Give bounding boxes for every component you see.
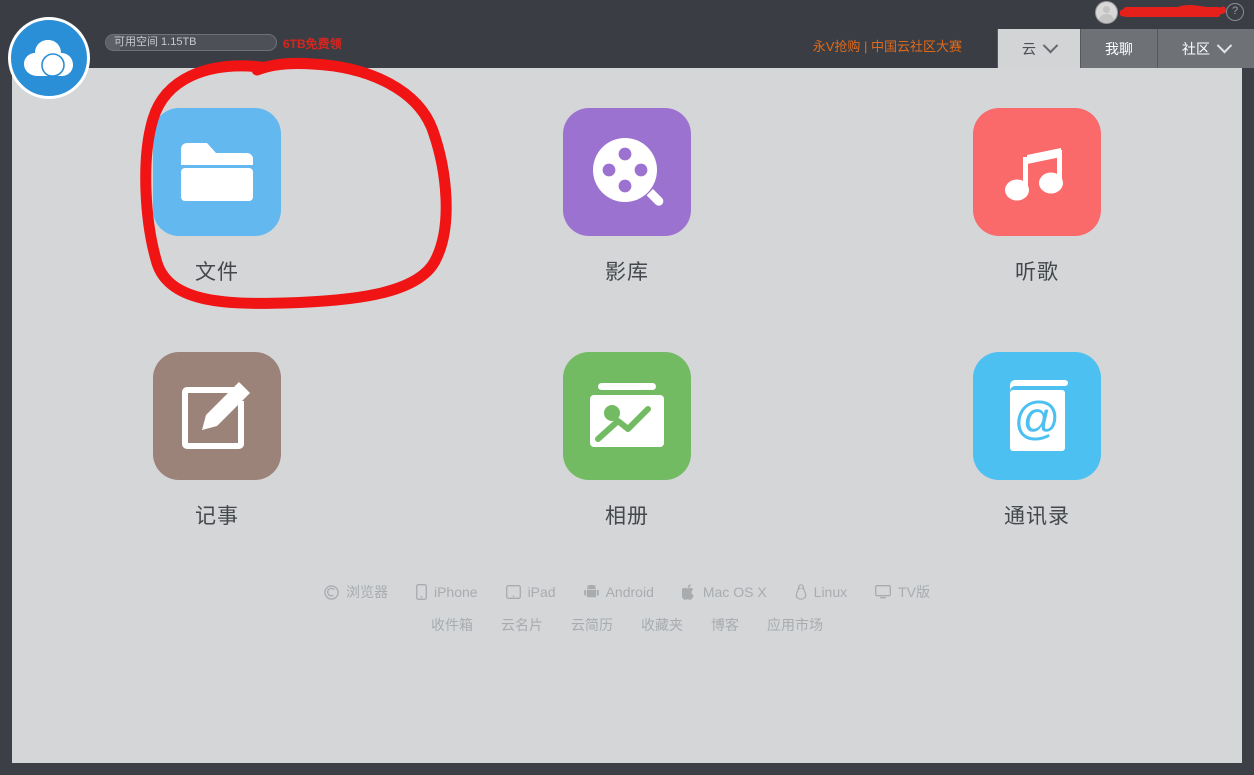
ipad-icon — [505, 585, 521, 599]
app-label-files: 文件 — [195, 261, 239, 284]
app-label-music: 听歌 — [1015, 261, 1059, 284]
cloud-logo-icon[interactable] — [8, 17, 90, 99]
platform-label-ipad: iPad — [527, 584, 556, 600]
browser-icon — [324, 584, 339, 600]
tab-chat[interactable]: 我聊 — [1080, 29, 1157, 68]
android-icon — [583, 584, 599, 597]
app-label-videos: 影库 — [605, 261, 649, 284]
window-frame-right — [1242, 68, 1254, 775]
platform-link-ipad[interactable]: iPad — [505, 584, 556, 600]
contacts-at-glyph-icon: @ — [1010, 380, 1068, 451]
tab-chat-label: 我聊 — [1105, 40, 1133, 57]
avatar[interactable] — [1095, 0, 1118, 24]
chevron-down-icon — [1216, 37, 1233, 54]
platform-link-linux[interactable]: Linux — [795, 584, 847, 600]
linux-penguin-icon — [795, 584, 806, 600]
app-tile-photos[interactable]: 相册 — [422, 352, 832, 530]
platform-label-browser: 浏览器 — [345, 584, 388, 600]
platform-label-tv: TV版 — [898, 584, 931, 600]
tab-cloud-label: 云 — [1022, 40, 1036, 57]
svg-text:@: @ — [1014, 392, 1061, 444]
app-tile-music[interactable]: 听歌 — [832, 108, 1242, 286]
platform-label-linux: Linux — [813, 584, 848, 600]
apple-icon — [681, 584, 694, 600]
top-tabs: 云 我聊 社区 — [997, 29, 1254, 68]
footer-link-favorites[interactable]: 收藏夹 — [641, 615, 683, 635]
tv-icon — [875, 585, 892, 599]
username-redacted — [1120, 5, 1226, 17]
cloud-glyph-icon — [24, 40, 73, 77]
app-tile-files[interactable]: 文件 — [12, 108, 422, 286]
photo-album-glyph-icon — [590, 383, 664, 447]
tab-community-label: 社区 — [1182, 40, 1210, 57]
app-label-notes: 记事 — [195, 505, 239, 528]
film-reel-icon — [563, 108, 691, 236]
window-frame-left — [0, 68, 12, 775]
account-cluster: ? — [1095, 0, 1244, 24]
platform-links: 浏览器 iPhone iPad Android Mac OS X Linux T… — [324, 582, 930, 602]
help-question-icon[interactable]: ? — [1226, 3, 1244, 21]
footer-link-resume[interactable]: 云简历 — [571, 615, 613, 635]
chevron-down-icon — [1042, 37, 1059, 54]
folder-icon — [153, 108, 281, 236]
app-grid: 文件 影库 听歌 记事 相册 @ 通讯录 — [12, 68, 1242, 530]
app-label-photos: 相册 — [605, 505, 649, 528]
platform-label-iphone: iPhone — [433, 584, 478, 600]
platform-link-macosx[interactable]: Mac OS X — [681, 584, 767, 600]
note-edit-glyph-icon — [182, 382, 250, 449]
platform-label-macosx: Mac OS X — [702, 584, 767, 600]
redaction-scribble-icon — [1120, 5, 1226, 17]
header-promo-link[interactable]: 永V抢购 | 中国云社区大赛 — [813, 36, 962, 55]
app-label-contacts: 通讯录 — [1004, 505, 1070, 528]
platform-link-iphone[interactable]: iPhone — [416, 584, 478, 600]
footer-link-blog[interactable]: 博客 — [711, 615, 739, 635]
app-tile-contacts[interactable]: @ 通讯录 — [832, 352, 1242, 530]
storage-label: 可用空间 1.15TB — [114, 36, 197, 48]
storage-meter[interactable]: 可用空间 1.15TB — [105, 34, 277, 51]
platform-link-android[interactable]: Android — [583, 584, 654, 600]
footer: 浏览器 iPhone iPad Android Mac OS X Linux T… — [12, 582, 1242, 635]
platform-link-tv[interactable]: TV版 — [875, 582, 930, 602]
app-tile-notes[interactable]: 记事 — [12, 352, 422, 530]
footer-link-namecard[interactable]: 云名片 — [501, 615, 543, 635]
footer-link-inbox[interactable]: 收件箱 — [431, 615, 473, 635]
music-note-icon — [973, 108, 1101, 236]
photo-album-icon — [563, 352, 691, 480]
folder-glyph-icon — [181, 143, 253, 201]
music-note-glyph-icon — [1005, 148, 1063, 201]
storage-promo-link[interactable]: 6TB免费领 — [283, 35, 342, 52]
window-frame-bottom — [0, 763, 1254, 775]
platform-label-macosx-android: Android — [605, 584, 654, 600]
film-reel-glyph-icon — [593, 138, 664, 206]
platform-link-browser[interactable]: 浏览器 — [324, 582, 388, 602]
app-tile-videos[interactable]: 影库 — [422, 108, 832, 286]
footer-link-appmarket[interactable]: 应用市场 — [767, 615, 823, 635]
cloud-drive-window: ? 可用空间 1.15TB 6TB免费领 永V抢购 | 中国云社区大赛 云 我聊… — [0, 0, 1254, 775]
main-surface: 文件 影库 听歌 记事 相册 @ 通讯录 浏览器 iPhone iPad And… — [12, 68, 1242, 763]
tab-cloud[interactable]: 云 — [997, 29, 1080, 68]
contacts-at-icon: @ — [973, 352, 1101, 480]
note-edit-icon — [153, 352, 281, 480]
iphone-icon — [416, 584, 427, 600]
footer-links: 收件箱 云名片 云简历 收藏夹 博客 应用市场 — [431, 615, 823, 635]
tab-community[interactable]: 社区 — [1157, 29, 1254, 68]
